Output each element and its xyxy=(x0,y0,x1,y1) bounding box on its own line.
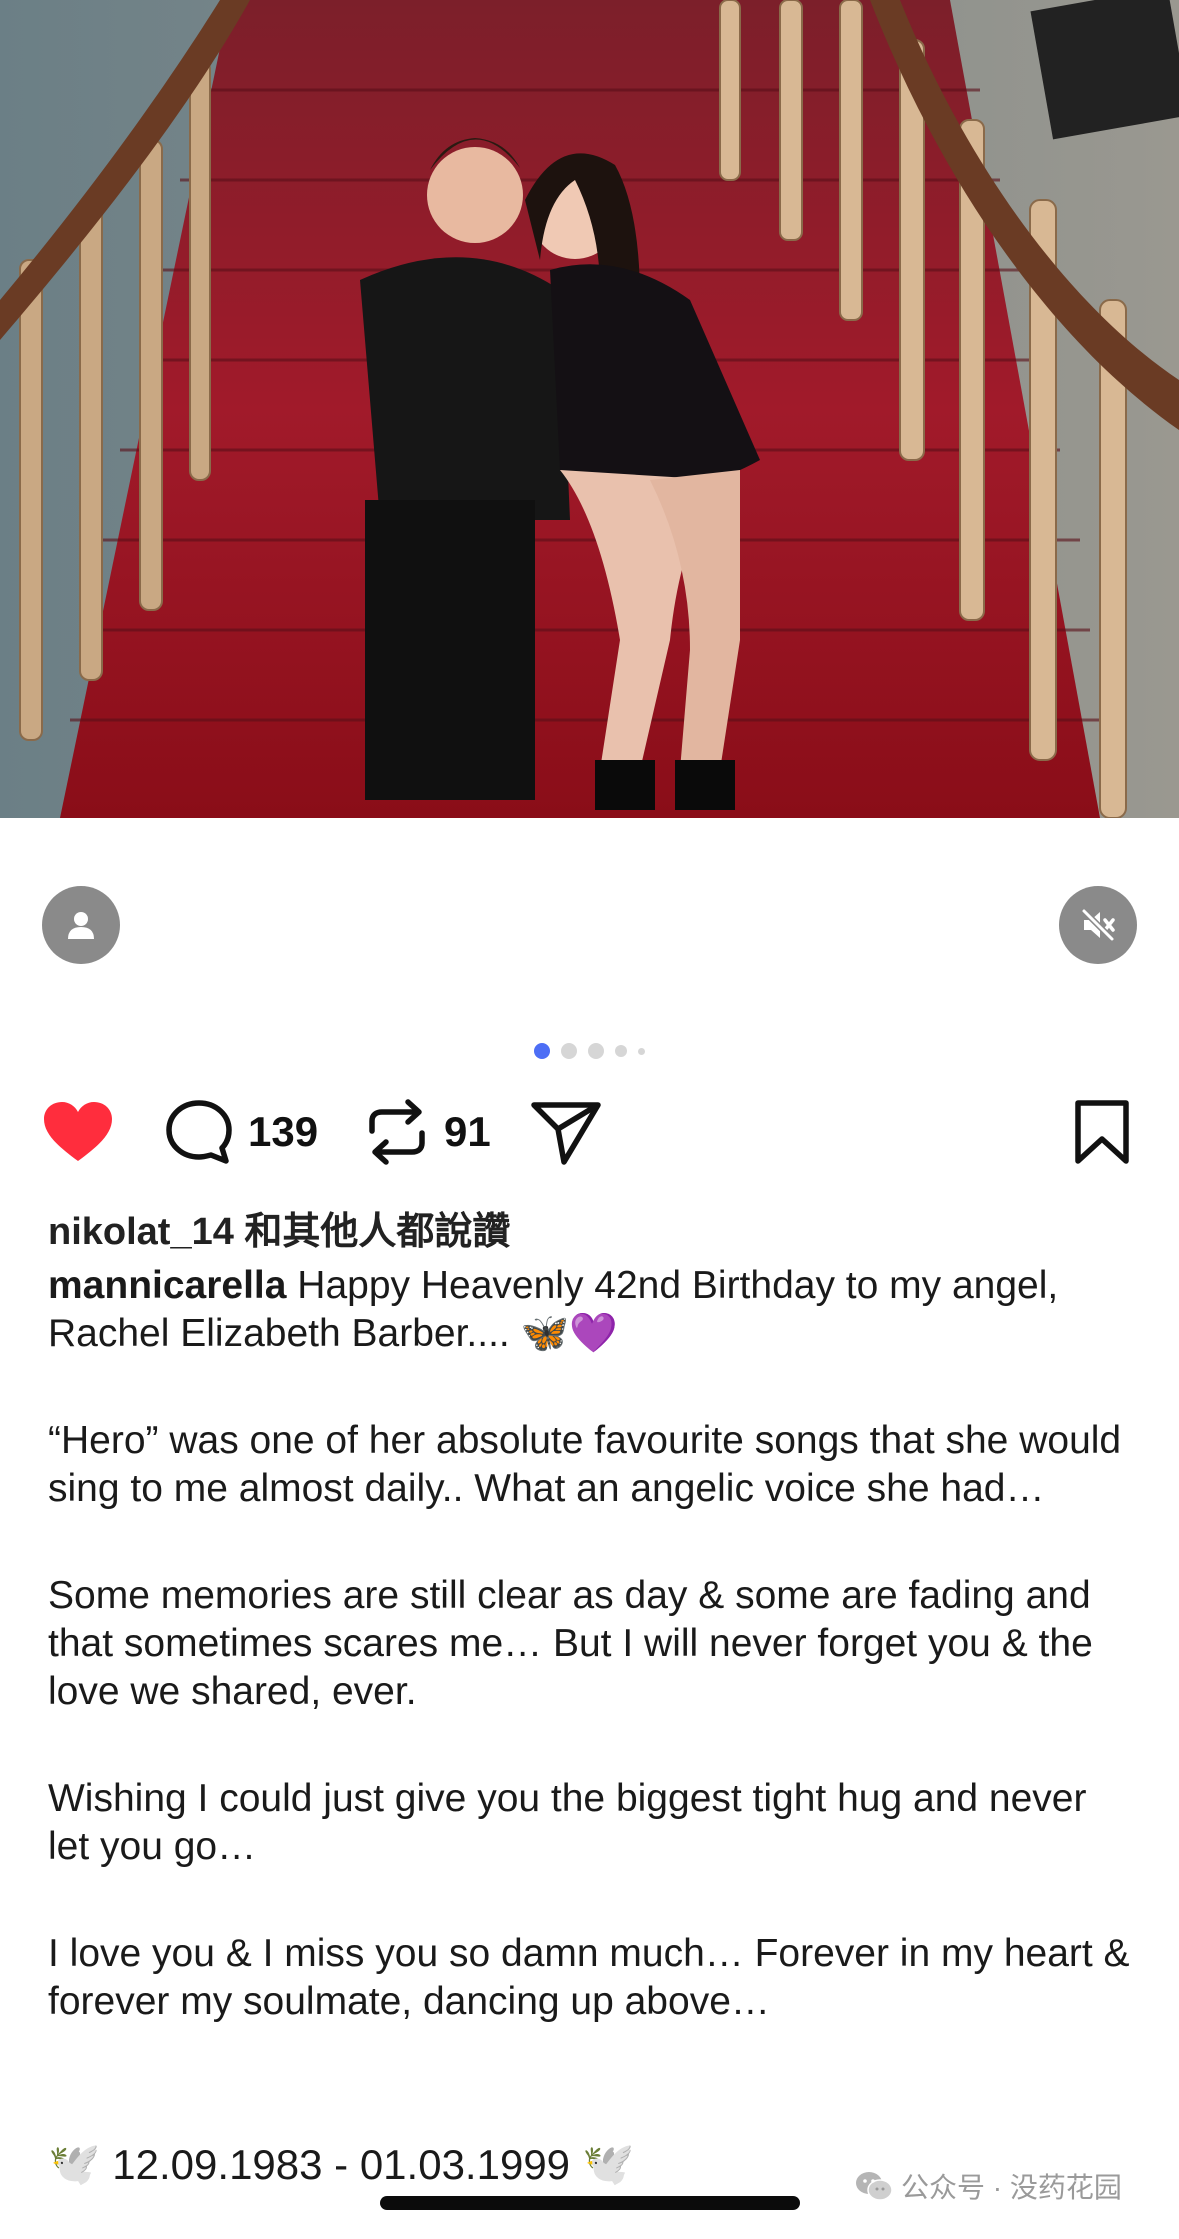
comment-button[interactable]: 139 xyxy=(164,1098,318,1166)
caption-paragraph: “Hero” was one of her absolute favourite… xyxy=(48,1419,1122,1510)
wechat-icon xyxy=(856,2172,893,2201)
page-dot xyxy=(561,1043,577,1059)
mute-button[interactable] xyxy=(1059,886,1137,964)
heart-filled-icon xyxy=(44,1102,112,1161)
caption-first-paragraph: mannicarella Happy Heavenly 42nd Birthda… xyxy=(48,1262,1138,1358)
save-button[interactable] xyxy=(1072,1099,1132,1165)
speaker-muted-icon xyxy=(1081,908,1115,942)
memorial-dates: 🕊️ 12.09.1983 - 01.03.1999 🕊️ xyxy=(48,2140,634,2189)
repost-icon xyxy=(369,1099,425,1165)
caption-paragraph: Some memories are still clear as day & s… xyxy=(48,1574,1093,1713)
person-icon xyxy=(68,912,94,939)
carousel-page-indicator xyxy=(0,1043,1179,1059)
caption-paragraph: I love you & I miss you so damn much… Fo… xyxy=(48,1932,1130,2023)
dates-text: 12.09.1983 - 01.03.1999 xyxy=(112,2140,571,2188)
share-button[interactable] xyxy=(530,1099,602,1167)
reposts-count: 91 xyxy=(444,1108,491,1155)
watermark-text: 公众号 · 没药花园 xyxy=(901,2172,1122,2203)
post-photo[interactable] xyxy=(0,0,1179,818)
action-bar: 139 91 xyxy=(0,1095,1179,1169)
bookmark-icon xyxy=(1075,1100,1129,1164)
repost-button[interactable]: 91 xyxy=(364,1097,491,1167)
post-caption: mannicarella Happy Heavenly 42nd Birthda… xyxy=(48,1262,1138,2085)
page-dot xyxy=(638,1047,645,1055)
comment-bubble-icon xyxy=(166,1100,232,1164)
page-dot xyxy=(615,1045,627,1057)
home-indicator[interactable] xyxy=(380,2196,800,2210)
dove-emoji: 🕊️ xyxy=(582,2140,635,2187)
likes-summary[interactable]: nikolat_14 和其他人都說讚 xyxy=(48,1200,510,1255)
watermark: 公众号 · 没药花园 xyxy=(855,2166,1122,2206)
page-dot xyxy=(534,1043,550,1059)
comments-count: 139 xyxy=(248,1108,319,1155)
dove-emoji: 🕊️ xyxy=(48,2140,101,2187)
caption-paragraph: Wishing I could just give you the bigges… xyxy=(48,1777,1087,1868)
paper-plane-icon xyxy=(531,1102,601,1165)
caption-username[interactable]: mannicarella xyxy=(48,1264,286,1307)
page-dot xyxy=(588,1043,604,1059)
like-button[interactable] xyxy=(42,1101,114,1163)
tagged-users-button[interactable] xyxy=(42,886,120,964)
